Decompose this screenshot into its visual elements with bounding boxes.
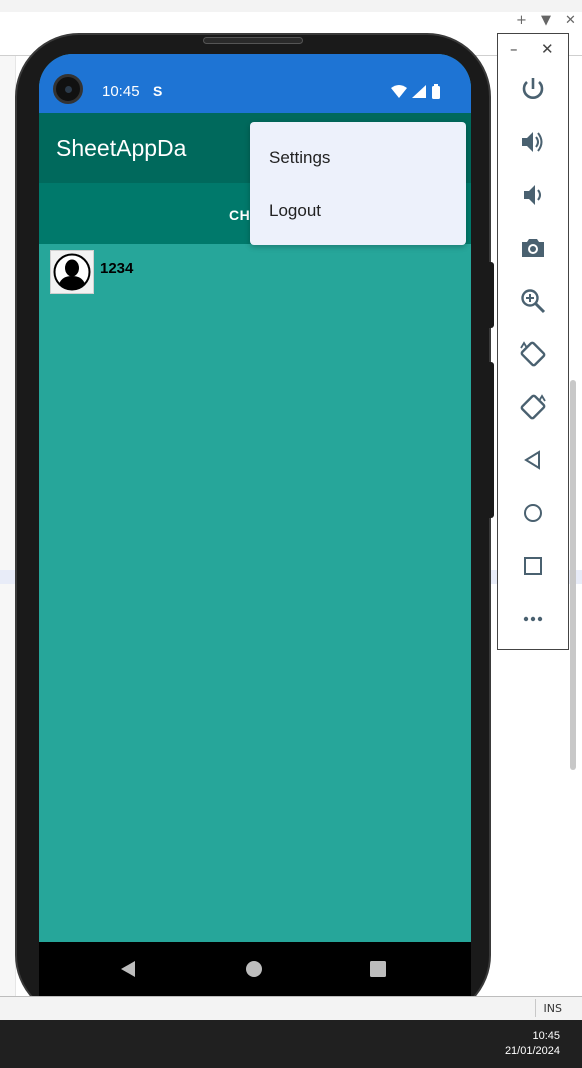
front-camera <box>53 74 83 104</box>
volume-down-icon[interactable] <box>518 180 548 210</box>
rotate-right-icon[interactable] <box>518 392 548 422</box>
add-button[interactable]: + <box>516 13 527 28</box>
back-icon[interactable] <box>518 445 548 475</box>
ide-gutter <box>0 56 16 996</box>
taskbar-date: 21/01/2024 <box>504 1045 560 1057</box>
home-icon[interactable] <box>518 498 548 528</box>
contact-name: 1234 <box>100 260 134 277</box>
navigation-bar <box>39 942 471 996</box>
nav-back-icon[interactable] <box>99 942 159 996</box>
close-icon[interactable]: ✕ <box>565 13 576 28</box>
phone-side-button-power <box>489 262 494 328</box>
status-bar: 10:45 S <box>39 54 471 113</box>
insert-mode-indicator: INS <box>543 1002 562 1015</box>
system-icons <box>391 84 440 99</box>
taskbar: 10:45 21/01/2024 <box>0 1020 582 1068</box>
menu-item-settings[interactable]: Settings <box>250 132 466 184</box>
power-icon[interactable] <box>518 74 548 104</box>
close-button[interactable]: ✕ <box>541 40 554 58</box>
phone-speaker <box>203 37 303 44</box>
status-time: 10:45 <box>102 83 140 100</box>
tab-chats[interactable]: CH <box>229 207 250 223</box>
status-separator <box>535 999 536 1017</box>
taskbar-time: 10:45 <box>532 1030 560 1042</box>
notification-s-icon: S <box>153 83 163 99</box>
ide-status-bar: INS <box>0 996 582 1020</box>
volume-up-icon[interactable] <box>518 127 548 157</box>
rotate-left-icon[interactable] <box>518 339 548 369</box>
phone-side-button-volume <box>489 362 494 518</box>
camera-icon[interactable] <box>518 233 548 263</box>
ide-scrollbar[interactable] <box>570 380 576 770</box>
minimize-button[interactable]: – <box>510 40 518 58</box>
ide-toolbar: + ▼ ✕ <box>0 12 582 32</box>
overflow-menu: Settings Logout <box>250 122 466 245</box>
person-silhouette-icon <box>53 253 91 291</box>
list-item[interactable]: 1234 <box>39 248 471 296</box>
ide-title-strip <box>0 0 582 12</box>
zoom-icon[interactable] <box>518 286 548 316</box>
dropdown-button[interactable]: ▼ <box>541 13 551 28</box>
taskbar-clock[interactable]: 10:45 21/01/2024 <box>505 1029 560 1059</box>
emulator-panel: – ✕ <box>497 33 569 650</box>
battery-icon <box>432 86 440 99</box>
more-icon[interactable] <box>518 604 548 634</box>
avatar <box>50 250 94 294</box>
nav-overview-icon[interactable] <box>349 942 409 996</box>
overview-icon[interactable] <box>518 551 548 581</box>
menu-item-logout[interactable]: Logout <box>250 185 466 237</box>
wifi-icon <box>391 85 407 98</box>
signal-icon <box>412 85 426 98</box>
nav-home-icon[interactable] <box>225 942 285 996</box>
app-title: SheetAppDa <box>56 135 187 161</box>
